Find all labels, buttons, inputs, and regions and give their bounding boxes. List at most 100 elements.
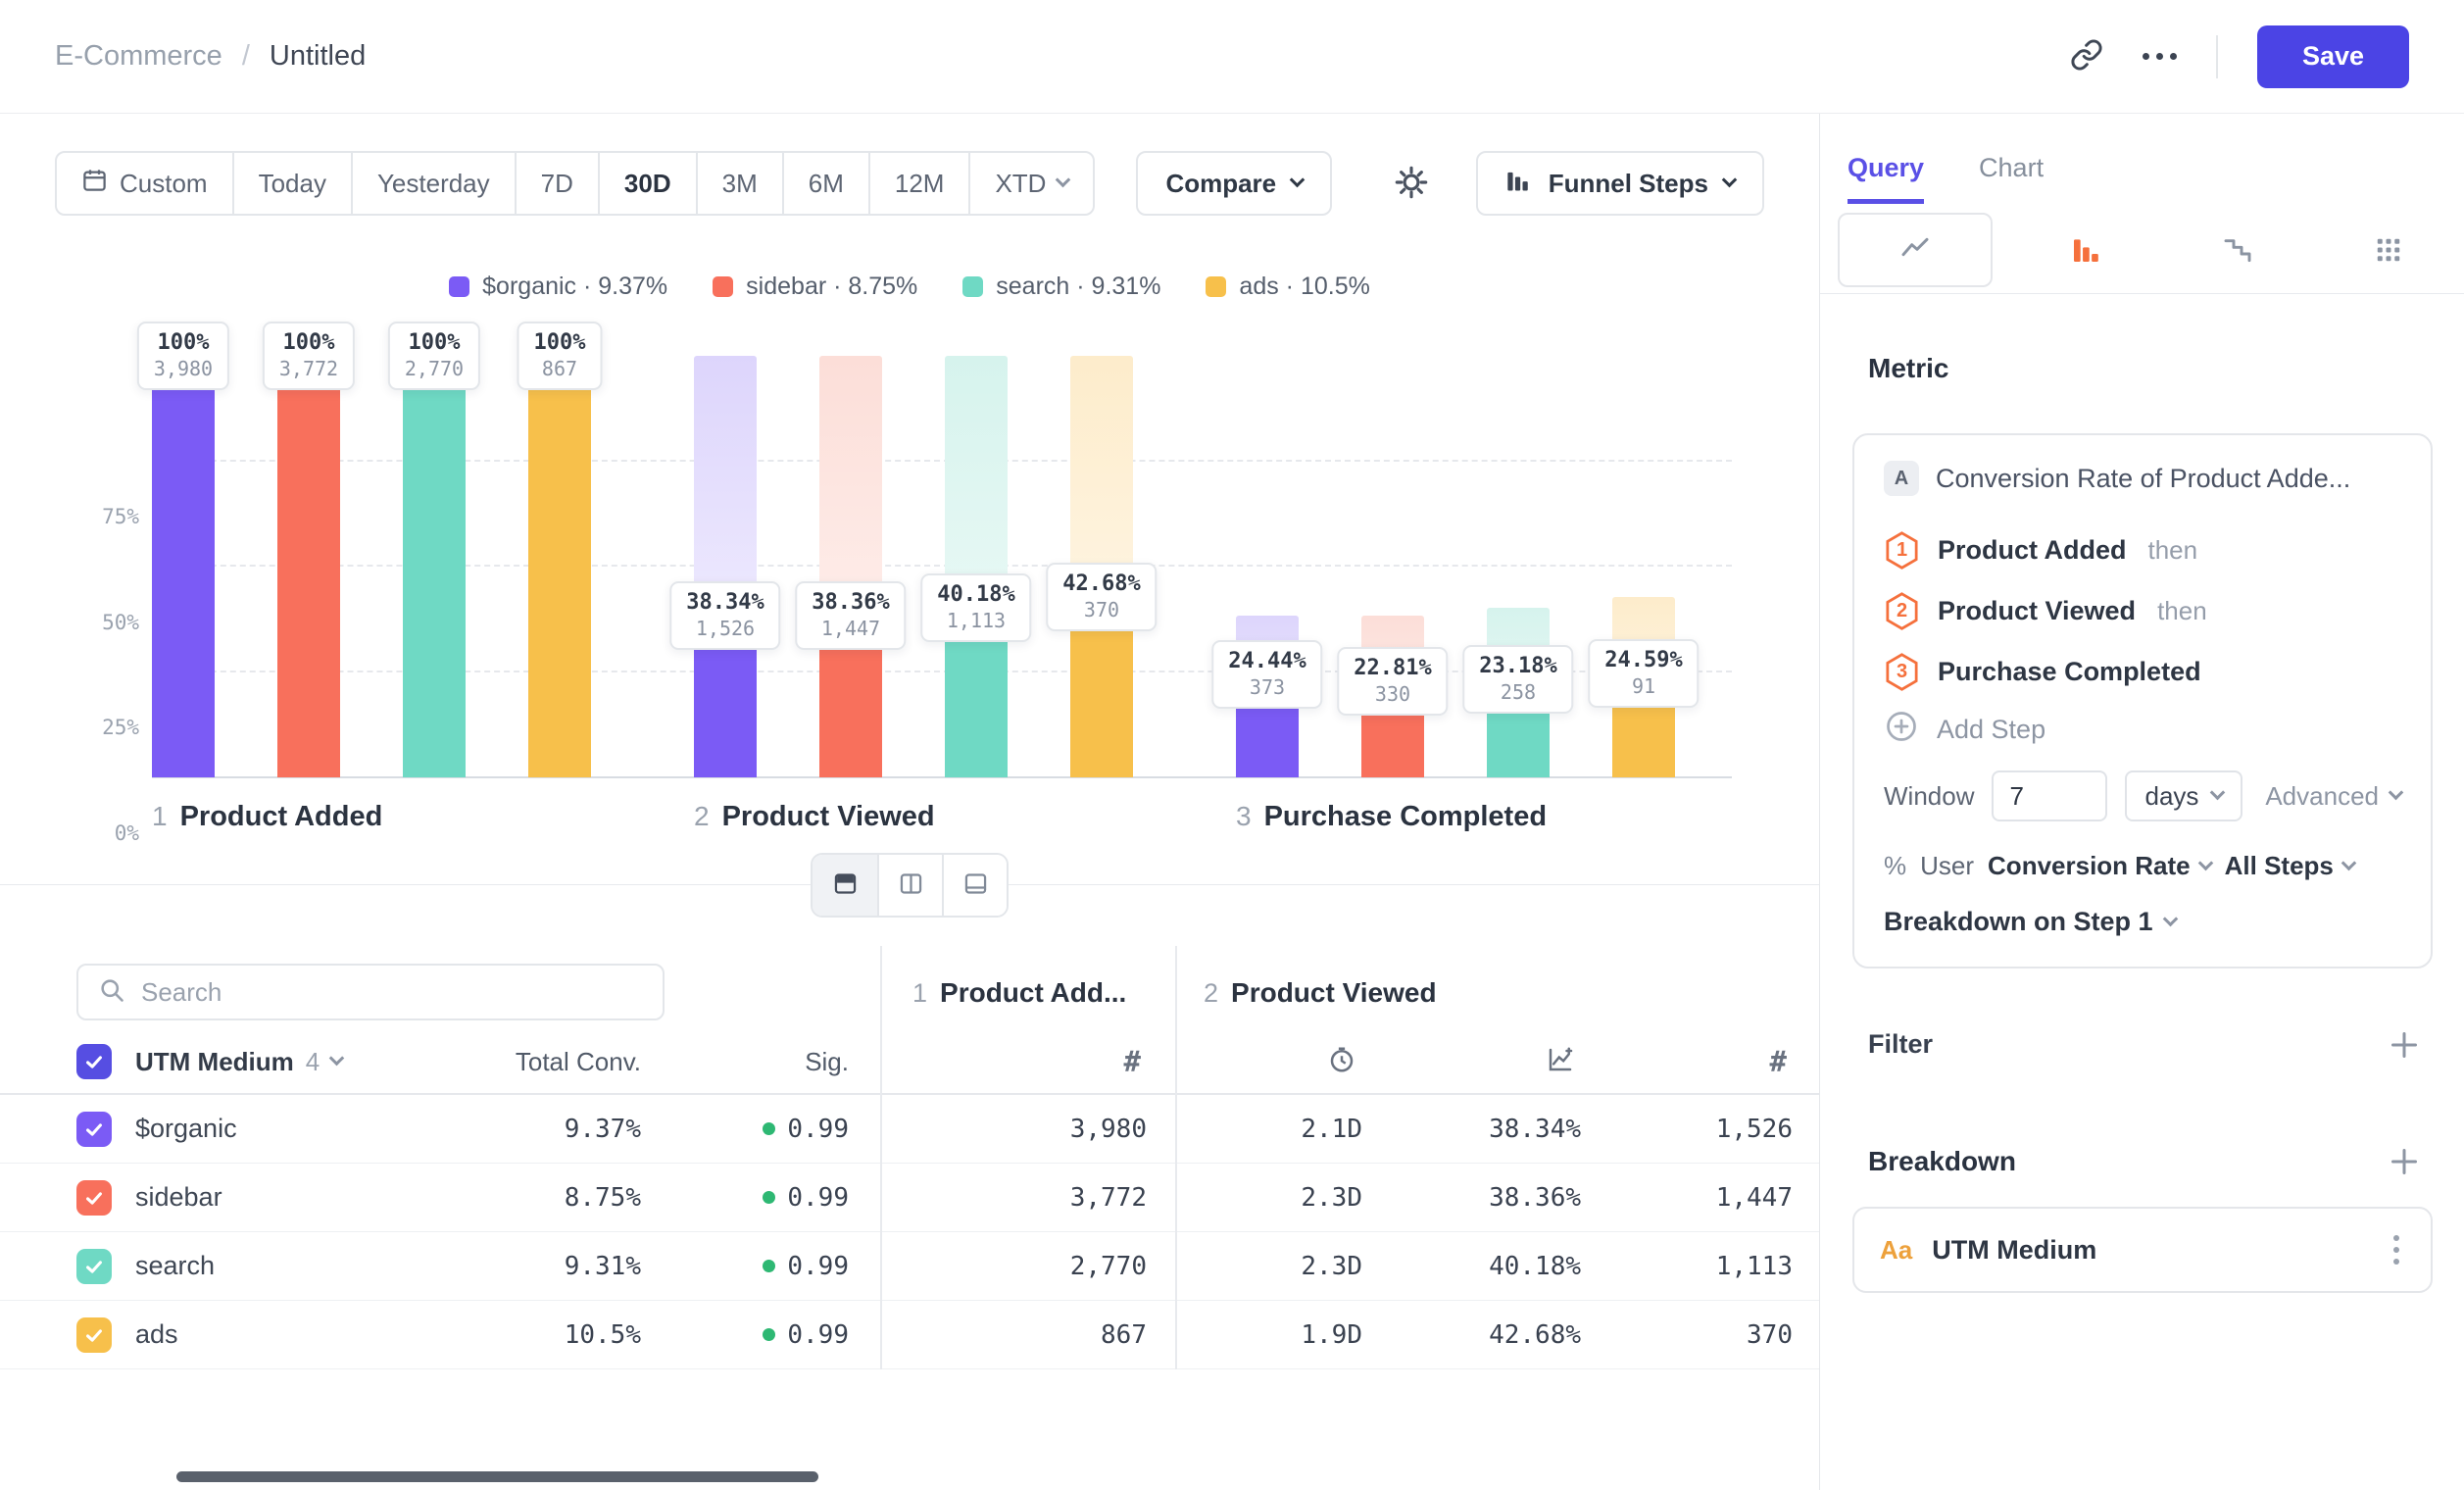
- funnel-steps-label: Funnel Steps: [1549, 169, 1708, 199]
- share-link-button[interactable]: [2070, 38, 2103, 74]
- funnel-bar[interactable]: 24.44% 373: [1236, 356, 1299, 777]
- select-all-checkbox[interactable]: [76, 1044, 112, 1079]
- funnel-bar[interactable]: 100% 867: [528, 356, 591, 777]
- chevron-down-icon: [329, 1051, 345, 1067]
- sig-header[interactable]: Sig.: [641, 1047, 849, 1077]
- legend-swatch: [713, 276, 733, 297]
- compare-button[interactable]: Compare: [1136, 151, 1332, 216]
- horizontal-scrollbar[interactable]: [176, 1471, 818, 1482]
- step-label-1: 1 Product Added: [152, 801, 591, 833]
- legend-item[interactable]: search · 9.31%: [962, 273, 1160, 301]
- funnel-bar[interactable]: 100% 2,770: [403, 356, 466, 777]
- ellipsis-icon: [2143, 53, 2177, 60]
- query-sidebar: Query Chart: [1819, 114, 2464, 1490]
- metric-card: A Conversion Rate of Product Adde... 1 P…: [1852, 433, 2433, 968]
- legend-item[interactable]: ads · 10.5%: [1206, 273, 1369, 301]
- sig-status-dot: [763, 1328, 775, 1341]
- chart-settings-button[interactable]: [1394, 165, 1429, 203]
- breakdown-item[interactable]: Aa UTM Medium: [1852, 1207, 2433, 1293]
- window-value-input[interactable]: [1992, 770, 2107, 821]
- range-custom[interactable]: Custom: [57, 153, 232, 214]
- add-filter-button[interactable]: [2390, 1030, 2419, 1060]
- avg-time-column[interactable]: [1175, 1045, 1362, 1079]
- row-checkbox[interactable]: [76, 1317, 112, 1353]
- add-breakdown-button[interactable]: [2390, 1147, 2419, 1176]
- funnel-bar[interactable]: 23.18% 258: [1487, 356, 1550, 777]
- bar-tooltip: 38.34% 1,526: [669, 581, 780, 650]
- legend-label: ads · 10.5%: [1239, 273, 1369, 301]
- plot-area: 100% 3,980 100% 3,772: [152, 356, 1732, 777]
- metric-title: Conversion Rate of Product Adde...: [1936, 464, 2350, 494]
- metric-title-row[interactable]: A Conversion Rate of Product Adde...: [1884, 461, 2401, 496]
- table-row[interactable]: search 9.31% 0.99 2,770 2.3D 40.18% 1,11…: [0, 1232, 1819, 1301]
- funnel-step-item-3[interactable]: 3 Purchase Completed: [1884, 641, 2401, 702]
- funnel-bar[interactable]: 38.36% 1,447: [819, 356, 882, 777]
- more-menu-button[interactable]: [2143, 53, 2177, 60]
- row-checkbox[interactable]: [76, 1112, 112, 1147]
- funnel-bar[interactable]: 22.81% 330: [1361, 356, 1424, 777]
- funnel-step-item-2[interactable]: 2 Product Viewed then: [1884, 580, 2401, 641]
- measure-metric-select[interactable]: Conversion Rate: [1988, 851, 2211, 881]
- legend-item[interactable]: sidebar · 8.75%: [713, 273, 917, 301]
- row-total-conv: 9.31%: [445, 1252, 641, 1281]
- funnel-step-2-bars: 38.34% 1,526 38.36% 1: [694, 356, 1133, 777]
- bar-tooltip: 100% 2,770: [388, 322, 480, 390]
- funnel-bar[interactable]: 38.34% 1,526: [694, 356, 757, 777]
- measure-actor[interactable]: User: [1920, 851, 1974, 881]
- range-7d[interactable]: 7D: [515, 153, 598, 214]
- table-search[interactable]: [76, 964, 665, 1020]
- advanced-toggle[interactable]: Advanced: [2265, 781, 2401, 812]
- tab-query[interactable]: Query: [1848, 153, 1924, 204]
- step-number-hexagon: 3: [1884, 652, 1920, 692]
- range-today[interactable]: Today: [232, 153, 351, 214]
- legend-item[interactable]: $organic · 9.37%: [449, 273, 667, 301]
- bar-tooltip: 100% 867: [517, 322, 603, 390]
- funnel-bar[interactable]: 40.18% 1,113: [945, 356, 1008, 777]
- bar-tooltip: 100% 3,772: [263, 322, 355, 390]
- table-row[interactable]: ads 10.5% 0.99 867 1.9D 42.68% 370: [0, 1301, 1819, 1369]
- chevron-down-icon: [2197, 855, 2213, 870]
- table-row[interactable]: $organic 9.37% 0.99 3,980 2.1D 38.34% 1,…: [0, 1095, 1819, 1164]
- y-tick: 25%: [102, 716, 139, 739]
- top-header: E-Commerce / Untitled Save: [0, 0, 2464, 114]
- window-unit-select[interactable]: days: [2125, 770, 2242, 821]
- range-30d[interactable]: 30D: [598, 153, 696, 214]
- insights-chart-tab[interactable]: [1838, 213, 1993, 287]
- search-input[interactable]: [141, 977, 643, 1008]
- funnel-bar[interactable]: 100% 3,980: [152, 356, 215, 777]
- funnel-bar[interactable]: 100% 3,772: [277, 356, 340, 777]
- conv-rate-column[interactable]: [1362, 1045, 1581, 1079]
- breadcrumb-report-name[interactable]: Untitled: [270, 40, 366, 73]
- sig-status-dot: [763, 1122, 775, 1135]
- funnel-steps-view-button[interactable]: Funnel Steps: [1476, 151, 1764, 216]
- range-3m[interactable]: 3M: [696, 153, 782, 214]
- add-step-button[interactable]: Add Step: [1884, 702, 2401, 757]
- kebab-menu-icon[interactable]: [2388, 1229, 2405, 1270]
- total-conv-header[interactable]: Total Conv.: [445, 1047, 641, 1077]
- chevron-down-icon: [1722, 173, 1738, 188]
- grid-chart-tab[interactable]: [2313, 212, 2464, 293]
- step1-count-column[interactable]: #: [880, 1045, 1147, 1078]
- breadcrumb-project[interactable]: E-Commerce: [55, 40, 222, 73]
- row-name: $organic: [135, 1114, 445, 1144]
- range-xtd[interactable]: XTD: [968, 153, 1093, 214]
- row-total-conv: 8.75%: [445, 1183, 641, 1213]
- measure-scope-select[interactable]: All Steps: [2225, 851, 2354, 881]
- funnel-bar[interactable]: 42.68% 370: [1070, 356, 1133, 777]
- row-step1-count: 3,980: [880, 1115, 1147, 1144]
- range-6m[interactable]: 6M: [782, 153, 868, 214]
- row-checkbox[interactable]: [76, 1180, 112, 1216]
- breakdown-on-step-select[interactable]: Breakdown on Step 1: [1884, 907, 2401, 937]
- tab-chart[interactable]: Chart: [1979, 153, 2044, 199]
- funnel-bar[interactable]: 24.59% 91: [1612, 356, 1675, 777]
- funnel-chart-tab[interactable]: [2010, 212, 2161, 293]
- save-button[interactable]: Save: [2257, 25, 2409, 88]
- funnel-step-item-1[interactable]: 1 Product Added then: [1884, 520, 2401, 580]
- retention-chart-tab[interactable]: [2162, 212, 2313, 293]
- range-12m[interactable]: 12M: [868, 153, 969, 214]
- row-checkbox[interactable]: [76, 1249, 112, 1284]
- range-yesterday[interactable]: Yesterday: [351, 153, 515, 214]
- group-by-header[interactable]: UTM Medium 4: [135, 1047, 445, 1077]
- step2-count-column[interactable]: #: [1581, 1045, 1793, 1078]
- table-row[interactable]: sidebar 8.75% 0.99 3,772 2.3D 38.36% 1,4…: [0, 1164, 1819, 1232]
